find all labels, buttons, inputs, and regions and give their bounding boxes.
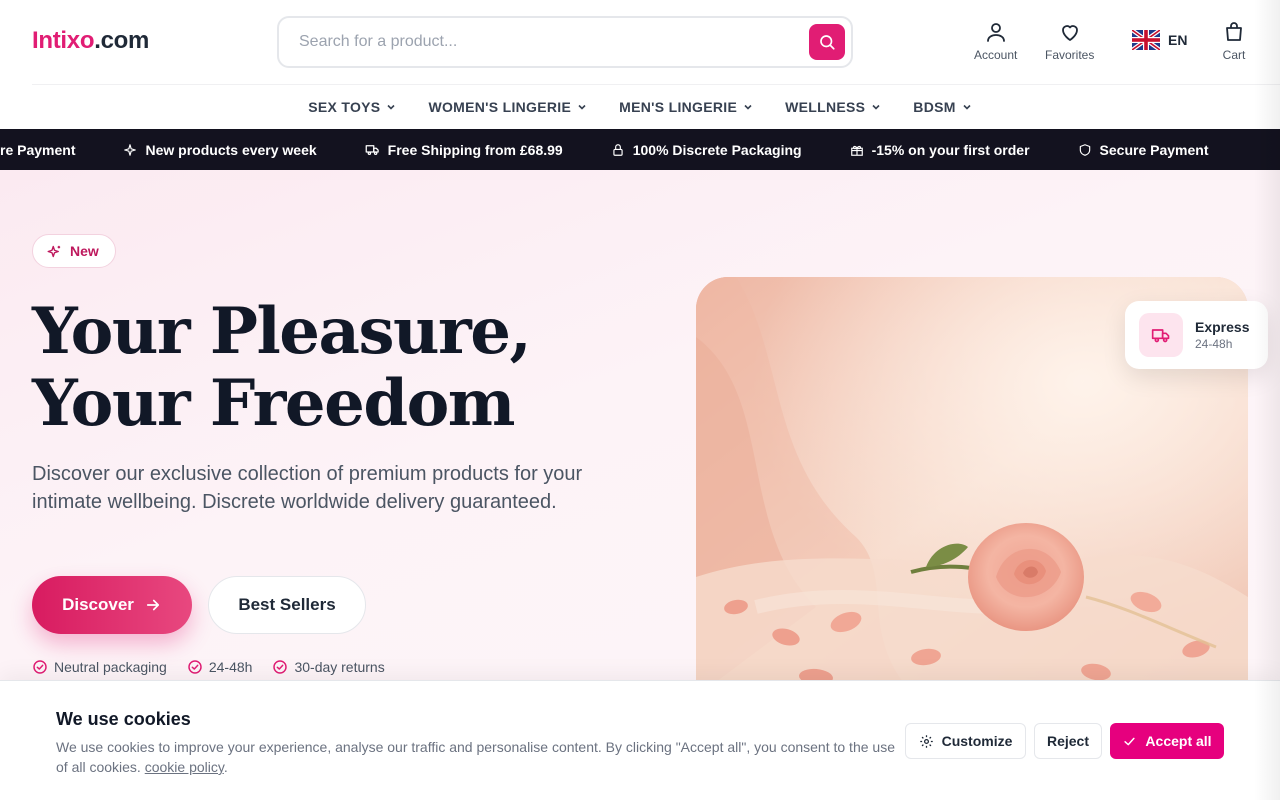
ticker-item-label: Secure Payment	[1099, 141, 1209, 158]
check-circle-icon	[188, 660, 202, 674]
shield-icon	[1079, 143, 1090, 156]
reject-button[interactable]: Reject	[1034, 723, 1102, 759]
logo-brand: Intixo	[32, 27, 95, 54]
nav-item-mens-lingerie[interactable]: MEN'S LINGERIE	[603, 99, 769, 115]
nav-item-label: MEN'S LINGERIE	[619, 99, 738, 115]
nav-item-womens-lingerie[interactable]: WOMEN'S LINGERIE	[412, 99, 603, 115]
account-label: Account	[974, 48, 1018, 62]
promo-ticker: re Payment New products every week Free …	[0, 129, 1280, 170]
site-logo[interactable]: Intixo.com	[32, 27, 149, 55]
nav-item-wellness[interactable]: WELLNESS	[769, 99, 897, 115]
ticker-item-label: Free Shipping from £68.99	[387, 141, 563, 158]
ticker-item: -15% on your first order	[826, 142, 1054, 158]
customize-button[interactable]: Customize	[905, 723, 1026, 759]
account-button[interactable]: Account	[974, 20, 1017, 62]
hero-description: Discover our exclusive collection of pre…	[32, 463, 583, 513]
nav-item-bdsm[interactable]: BDSM	[897, 99, 987, 115]
gift-icon	[850, 145, 863, 156]
perks-list: Neutral packaging 24-48h 30-day returns	[32, 659, 385, 675]
nav-item-label: WELLNESS	[785, 99, 866, 115]
cookie-policy-link[interactable]: cookie policy	[145, 759, 224, 775]
chevron-down-icon	[872, 104, 880, 110]
uk-flag-icon	[1132, 30, 1160, 50]
heart-icon	[1061, 25, 1078, 41]
chevron-down-icon	[387, 104, 396, 110]
site-header: Intixo.com Account Favorites EN Cart	[0, 0, 1280, 84]
express-delivery-card: Express 24-48h	[1125, 301, 1268, 369]
hero-title: Your Pleasure, Your Freedom	[32, 294, 532, 441]
ticker-item-label: 100% Discrete Packaging	[632, 141, 802, 158]
language-code: EN	[1168, 32, 1188, 48]
check-circle-icon	[273, 660, 288, 674]
chevron-down-icon	[963, 104, 971, 110]
nav-item-sex-toys[interactable]: SEX TOYS	[292, 99, 412, 115]
nav-item-label: SEX TOYS	[308, 99, 381, 115]
search-icon	[820, 35, 835, 50]
ticker-item-label: re Payment	[0, 141, 76, 158]
hero-title-line-2: Your Freedom	[32, 366, 515, 441]
nav-item-label: BDSM	[913, 99, 956, 115]
gear-icon	[919, 734, 933, 748]
discover-button[interactable]: Discover	[32, 576, 192, 634]
check-icon	[1124, 737, 1136, 745]
perk-label: 24-48h	[208, 659, 253, 675]
perk-item: 24-48h	[187, 659, 253, 675]
favorites-label: Favorites	[1045, 48, 1095, 62]
express-subtitle: 24-48h	[1195, 337, 1233, 351]
chevron-down-icon	[744, 104, 752, 110]
discover-label: Discover	[62, 595, 134, 614]
ticker-item: Secure Payment	[1054, 142, 1233, 158]
best-sellers-button[interactable]: Best Sellers	[208, 576, 366, 634]
customize-label: Customize	[941, 733, 1013, 749]
search-input[interactable]	[299, 30, 779, 54]
chevron-down-icon	[578, 104, 586, 110]
shopping-bag-icon	[1226, 22, 1242, 41]
ticker-item-label: -15% on your first order	[871, 141, 1030, 158]
user-icon	[986, 23, 1005, 42]
express-icon-box	[1139, 313, 1183, 357]
ticker-item: 100% Discrete Packaging	[587, 142, 826, 158]
main-nav: SEX TOYS WOMEN'S LINGERIE MEN'S LINGERIE…	[0, 85, 1280, 129]
ticker-item: Free Shipping from £68.99	[341, 142, 587, 158]
express-title: Express	[1195, 319, 1250, 335]
language-selector[interactable]: EN	[1132, 30, 1187, 50]
favorites-button[interactable]: Favorites	[1045, 20, 1094, 62]
cookie-banner: We use cookies We use cookies to improve…	[0, 680, 1280, 800]
accept-all-button[interactable]: Accept all	[1110, 723, 1224, 759]
logo-tld: .com	[94, 27, 150, 54]
ticker-fade	[1240, 129, 1280, 170]
ticker-item: re Payment	[0, 142, 99, 158]
hero-title-line-1: Your Pleasure,	[32, 294, 532, 369]
perk-item: 30-day returns	[272, 659, 385, 675]
cart-button[interactable]: Cart	[1222, 20, 1246, 62]
ticker-item-label: New products every week	[145, 141, 317, 158]
perk-item: Neutral packaging	[32, 659, 167, 675]
cart-label: Cart	[1222, 48, 1246, 62]
nav-item-label: WOMEN'S LINGERIE	[428, 99, 572, 115]
arrow-right-icon	[146, 599, 159, 611]
cookie-title: We use cookies	[56, 709, 191, 729]
express-text: Express 24-48h	[1195, 319, 1249, 351]
truck-icon	[1151, 329, 1170, 343]
search-button[interactable]	[809, 24, 845, 60]
badge-label: New	[70, 243, 99, 259]
perk-label: Neutral packaging	[54, 659, 167, 675]
search-bar	[277, 16, 853, 68]
perk-label: 30-day returns	[294, 659, 385, 675]
sparkle-icon	[47, 245, 61, 257]
accept-label: Accept all	[1145, 733, 1212, 749]
ticker-track: re Payment New products every week Free …	[0, 129, 1232, 170]
check-circle-icon	[33, 660, 47, 674]
cookie-text: We use cookies to improve your experienc…	[56, 739, 895, 775]
ticker-item: New products every week	[99, 142, 340, 158]
sparkle-icon	[124, 143, 137, 156]
hero-section: New Your Pleasure, Your Freedom Discover…	[0, 170, 1280, 680]
lock-icon	[613, 143, 623, 156]
new-badge: New	[32, 234, 116, 268]
truck-icon	[365, 145, 379, 156]
